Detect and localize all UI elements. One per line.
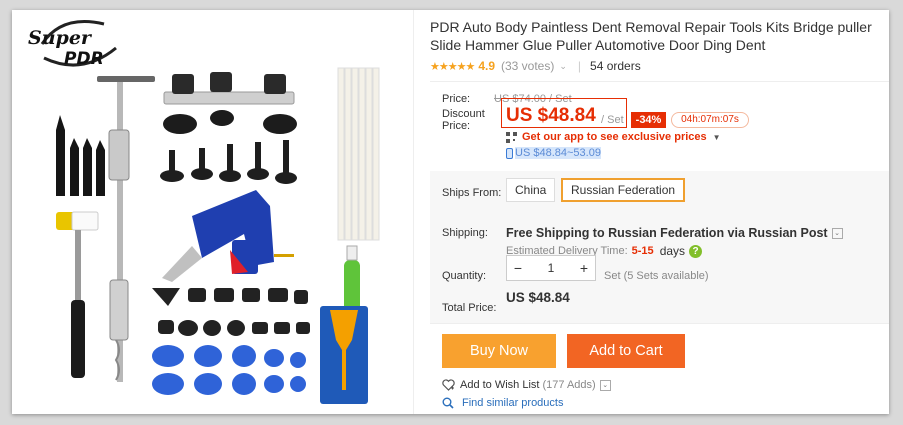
divider xyxy=(430,323,889,324)
ships-from-option-russia[interactable]: Russian Federation xyxy=(561,178,686,202)
find-similar-label: Find similar products xyxy=(462,397,564,409)
price-unit: / Set xyxy=(601,114,624,126)
star-rating-icon: ★★★★★ xyxy=(430,60,475,73)
product-card: Super PDR PDR Auto Body Paintless Dent R… xyxy=(12,10,889,414)
svg-text:PDR: PDR xyxy=(64,49,104,69)
shipping-label: Shipping: xyxy=(442,227,488,239)
chevron-down-icon[interactable]: ⌄ xyxy=(559,61,567,72)
wish-count: (177 Adds) xyxy=(542,379,596,391)
total-price-value: US $48.84 xyxy=(506,290,570,305)
total-price-label: Total Price: xyxy=(442,302,497,314)
help-icon[interactable]: ? xyxy=(689,244,703,258)
delivery-unit: days xyxy=(659,244,686,258)
quantity-stepper: − 1 + xyxy=(506,255,596,281)
delivery-days: 5-15 xyxy=(631,245,654,257)
product-image[interactable]: Super PDR xyxy=(12,10,414,414)
chevron-down-icon[interactable]: ⌄ xyxy=(831,227,843,239)
quantity-available: Set (5 Sets available) xyxy=(604,270,709,282)
options-panel: Ships From: China Russian Federation Shi… xyxy=(430,171,889,323)
caret-down-icon: ▼ xyxy=(712,132,721,142)
app-price-range: US $48.84~53.09 xyxy=(506,147,601,159)
shipping-text: Free Shipping to Russian Federation via … xyxy=(506,226,828,240)
quantity-increase-button[interactable]: + xyxy=(573,260,595,276)
app-promo-text: Get our app to see exclusive prices xyxy=(522,131,707,143)
votes-link[interactable]: (33 votes) xyxy=(501,59,554,73)
qr-code-icon xyxy=(506,131,517,143)
ships-from-option-china[interactable]: China xyxy=(506,178,556,202)
shipping-method[interactable]: Free Shipping to Russian Federation via … xyxy=(506,226,843,240)
super-pdr-logo: Super PDR xyxy=(28,20,117,69)
buy-now-button[interactable]: Buy Now xyxy=(442,334,556,368)
product-info: PDR Auto Body Paintless Dent Removal Rep… xyxy=(430,10,889,414)
ships-from-label: Ships From: xyxy=(442,187,502,199)
countdown-timer: 04h:07m:07s xyxy=(671,112,749,128)
heart-plus-icon xyxy=(442,379,455,391)
price-label: Price: xyxy=(442,93,471,105)
app-price-text: US $48.84~53.09 xyxy=(515,147,601,159)
discount-badge: -34% xyxy=(631,112,666,128)
quantity-input[interactable]: 1 xyxy=(529,261,573,275)
wish-list-label: Add to Wish List xyxy=(460,379,540,391)
pdr-kit-photo: Super PDR xyxy=(28,20,380,404)
quantity-label: Quantity: xyxy=(442,270,487,282)
rating-value: 4.9 xyxy=(478,59,495,73)
discount-price-label-line1: Discount xyxy=(442,108,485,120)
orders-count: 54 orders xyxy=(590,59,641,73)
add-to-wishlist[interactable]: Add to Wish List (177 Adds) ⌄ xyxy=(442,379,611,391)
quantity-decrease-button[interactable]: − xyxy=(507,260,529,276)
product-title[interactable]: PDR Auto Body Paintless Dent Removal Rep… xyxy=(430,18,875,54)
current-price: US $48.84 xyxy=(506,105,596,126)
divider: | xyxy=(577,59,582,73)
chevron-down-icon[interactable]: ⌄ xyxy=(599,379,611,391)
search-icon xyxy=(442,397,454,409)
rating-row: ★★★★★ 4.9 (33 votes) ⌄ | 54 orders xyxy=(430,58,641,74)
divider xyxy=(430,81,889,82)
discount-price-label-line2: Price: xyxy=(442,120,471,132)
app-promo[interactable]: Get our app to see exclusive prices ▼ xyxy=(506,131,721,143)
phone-icon xyxy=(506,147,513,159)
svg-text:Super: Super xyxy=(28,27,93,49)
add-to-cart-button[interactable]: Add to Cart xyxy=(567,334,685,368)
find-similar-link[interactable]: Find similar products xyxy=(442,397,563,409)
